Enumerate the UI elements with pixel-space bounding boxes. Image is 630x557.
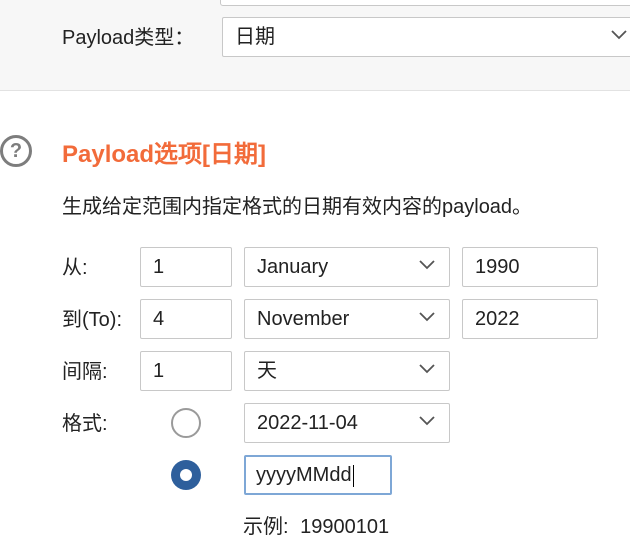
payload-type-label: Payload类型：	[62, 27, 195, 49]
previous-field-edge	[220, 0, 630, 6]
format-custom-input[interactable]: yyyyMMdd	[244, 455, 392, 495]
format-preset-select[interactable]: 2022-11-04	[244, 403, 450, 443]
format-preset-radio[interactable]	[171, 408, 201, 438]
from-month-select[interactable]: January	[244, 247, 450, 287]
example-value: 19900101	[300, 516, 390, 538]
from-month-value: January	[257, 256, 329, 278]
interval-label: 间隔:	[62, 361, 108, 383]
to-month-select[interactable]: November	[244, 299, 450, 339]
from-day-input[interactable]: 1	[140, 247, 232, 287]
interval-value-input[interactable]: 1	[140, 351, 232, 391]
interval-unit-value: 天	[257, 360, 277, 382]
to-label: 到(To):	[62, 309, 122, 331]
chevron-down-icon	[419, 416, 435, 426]
from-label: 从:	[62, 257, 88, 279]
to-month-value: November	[257, 308, 350, 330]
chevron-down-icon	[611, 30, 627, 40]
from-year-input[interactable]: 1990	[462, 247, 598, 287]
format-custom-value: yyyyMMdd	[256, 464, 352, 486]
section-description: 生成给定范围内指定格式的日期有效内容的payload。	[62, 196, 533, 218]
format-label: 格式:	[62, 413, 108, 435]
payload-type-panel: Payload类型： 日期	[0, 0, 630, 90]
chevron-down-icon	[419, 364, 435, 374]
interval-unit-select[interactable]: 天	[244, 351, 450, 391]
section-divider	[0, 90, 630, 91]
payload-type-select[interactable]: 日期	[222, 17, 630, 57]
format-preset-value: 2022-11-04	[257, 412, 358, 434]
chevron-down-icon	[419, 312, 435, 322]
section-title: Payload选项[日期]	[62, 141, 267, 168]
example-label: 示例:	[243, 516, 289, 538]
to-year-input[interactable]: 2022	[462, 299, 598, 339]
help-icon[interactable]: ?	[0, 135, 32, 167]
to-day-input[interactable]: 4	[140, 299, 232, 339]
payload-type-value: 日期	[235, 26, 275, 48]
text-caret	[352, 464, 354, 487]
chevron-down-icon	[419, 260, 435, 270]
format-example: 示例: 19900101	[243, 510, 389, 539]
format-custom-radio[interactable]	[171, 460, 201, 490]
